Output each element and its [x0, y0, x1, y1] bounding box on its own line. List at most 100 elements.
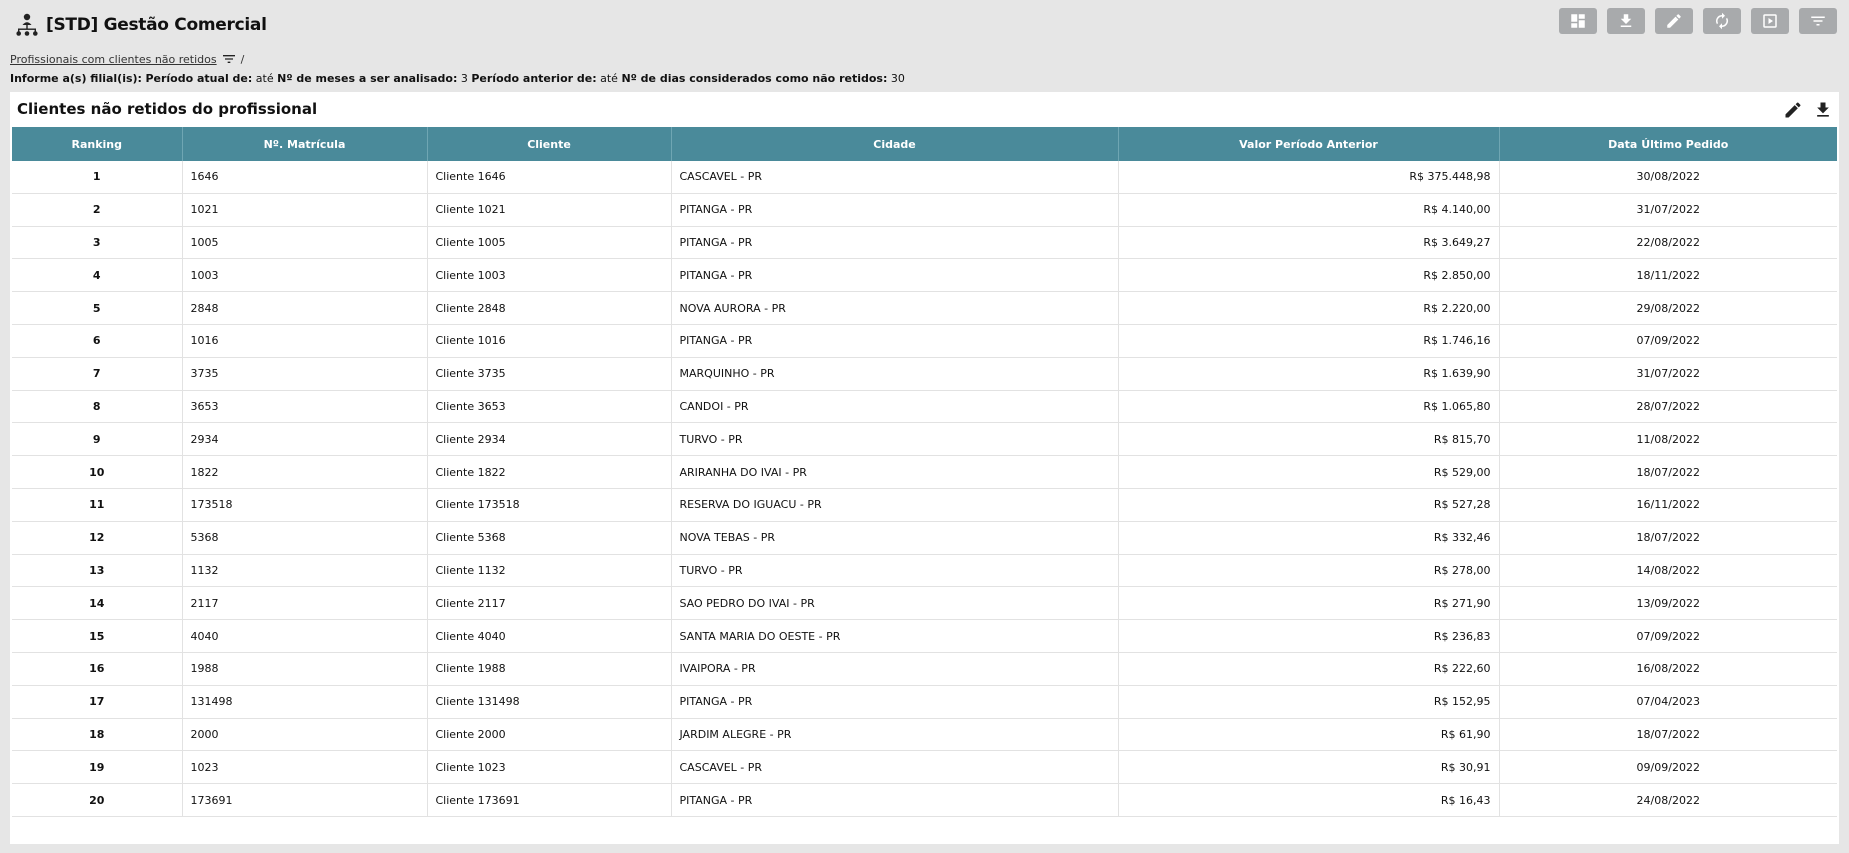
filial-label: Informe a(s) filial(is): [10, 72, 142, 85]
panel-title: Clientes não retidos do profissional [17, 100, 318, 118]
col-header-cliente[interactable]: Cliente [427, 127, 672, 161]
table-row[interactable]: 4 1003 Cliente 1003 PITANGA - PR R$ 2.850,00… [12, 258, 1837, 293]
table-row[interactable]: 7 3735 Cliente 3735 MARQUINHO - PR R$ 1.639,… [12, 357, 1837, 391]
cell-valor: R$ 529,00 [1118, 455, 1500, 489]
cell-matricula: 2848 [182, 291, 428, 325]
cell-cliente: Cliente 2848 [427, 291, 672, 325]
table-row[interactable]: 18 2000 Cliente 2000 JARDIM ALEGRE - PR R$ 6… [12, 718, 1837, 752]
cell-cliente: Cliente 1988 [427, 652, 672, 686]
cell-cidade: IVAIPORA - PR [671, 652, 1119, 686]
table-row[interactable]: 10 1822 Cliente 1822 ARIRANHA DO IVAI - PR R… [12, 455, 1837, 489]
table-header-row: Ranking Nº. Matrícula Cliente Cidade Val… [12, 127, 1837, 161]
toolbar [1559, 8, 1837, 34]
table-row[interactable]: 12 5368 Cliente 5368 NOVA TEBAS - PR R$ 332,… [12, 521, 1837, 555]
breadcrumb-separator: / [240, 52, 245, 66]
cell-data: 18/07/2022 [1499, 718, 1837, 752]
edit-button[interactable] [1655, 8, 1693, 34]
breadcrumb: Profissionais com clientes não retidos / [10, 51, 244, 67]
cell-ranking: 10 [12, 455, 183, 489]
table-row[interactable]: 3 1005 Cliente 1005 PITANGA - PR R$ 3.649,27… [12, 226, 1837, 260]
table-row[interactable]: 13 1132 Cliente 1132 TURVO - PR R$ 278,00 14/… [12, 554, 1837, 588]
breadcrumb-filter-icon[interactable] [221, 51, 237, 67]
table-row[interactable]: 16 1988 Cliente 1988 IVAIPORA - PR R$ 222,60… [12, 652, 1837, 686]
play-button[interactable] [1751, 8, 1789, 34]
table-row[interactable]: 19 1023 Cliente 1023 CASCAVEL - PR R$ 30,91 0… [12, 750, 1837, 785]
periodo-atual-label: Período atual de: [145, 72, 253, 85]
col-header-data[interactable]: Data Último Pedido [1499, 127, 1837, 161]
cell-cidade: CASCAVEL - PR [671, 750, 1119, 785]
cell-cliente: Cliente 1023 [427, 750, 672, 785]
cell-ranking: 9 [12, 422, 183, 457]
cell-data: 18/07/2022 [1499, 521, 1837, 555]
cell-matricula: 3735 [182, 357, 428, 391]
table-row[interactable]: 17 131498 Cliente 131498 PITANGA - PR R$ 152… [12, 685, 1837, 719]
cell-ranking: 6 [12, 324, 183, 358]
cell-cliente: Cliente 5368 [427, 521, 672, 555]
cell-ranking: 5 [12, 291, 183, 325]
table-row[interactable]: 9 2934 Cliente 2934 TURVO - PR R$ 815,70 11/0… [12, 422, 1837, 457]
table-row[interactable]: 2 1021 Cliente 1021 PITANGA - PR R$ 4.140,00… [12, 193, 1837, 227]
cell-cliente: Cliente 1003 [427, 258, 672, 293]
cell-valor: R$ 527,28 [1118, 488, 1500, 522]
table-row[interactable]: 8 3653 Cliente 3653 CANDOI - PR R$ 1.065,80 2… [12, 390, 1837, 424]
cell-cliente: Cliente 1132 [427, 554, 672, 588]
refresh-button[interactable] [1703, 8, 1741, 34]
col-header-cidade[interactable]: Cidade [671, 127, 1119, 161]
cell-data: 31/07/2022 [1499, 357, 1837, 391]
table-row[interactable]: 14 2117 Cliente 2117 SAO PEDRO DO IVAI - PR… [12, 586, 1837, 621]
panel-download-icon[interactable] [1813, 100, 1833, 120]
cell-cidade: PITANGA - PR [671, 685, 1119, 719]
cell-valor: R$ 236,83 [1118, 619, 1500, 653]
periodo-anterior-value: até [600, 72, 618, 85]
cell-valor: R$ 3.649,27 [1118, 226, 1500, 260]
col-header-ranking[interactable]: Ranking [12, 127, 183, 161]
cell-cidade: ARIRANHA DO IVAI - PR [671, 455, 1119, 489]
col-header-matricula[interactable]: Nº. Matrícula [182, 127, 428, 161]
cell-data: 30/08/2022 [1499, 161, 1837, 194]
periodo-anterior-label: Período anterior de: [471, 72, 597, 85]
cell-data: 07/09/2022 [1499, 619, 1837, 653]
cell-matricula: 4040 [182, 619, 428, 653]
cell-cidade: SAO PEDRO DO IVAI - PR [671, 586, 1119, 621]
cell-valor: R$ 375.448,98 [1118, 161, 1500, 194]
cell-ranking: 18 [12, 718, 183, 752]
cell-matricula: 131498 [182, 685, 428, 719]
cell-cliente: Cliente 3735 [427, 357, 672, 391]
cell-data: 16/11/2022 [1499, 488, 1837, 522]
breadcrumb-link[interactable]: Profissionais com clientes não retidos [10, 53, 217, 66]
table-row[interactable]: 15 4040 Cliente 4040 SANTA MARIA DO OESTE -… [12, 619, 1837, 653]
dashboard-button[interactable] [1559, 8, 1597, 34]
filter-button[interactable] [1799, 8, 1837, 34]
col-header-valor[interactable]: Valor Período Anterior [1118, 127, 1500, 161]
table-row[interactable]: 6 1016 Cliente 1016 PITANGA - PR R$ 1.746,16… [12, 324, 1837, 358]
cell-ranking: 1 [12, 161, 183, 194]
table-row[interactable]: 5 2848 Cliente 2848 NOVA AURORA - PR R$ 2.22… [12, 291, 1837, 325]
cell-matricula: 1021 [182, 193, 428, 227]
cell-valor: R$ 2.850,00 [1118, 258, 1500, 293]
table-row[interactable]: 20 173691 Cliente 173691 PITANGA - PR R$ 16,… [12, 783, 1837, 817]
dias-value: 30 [890, 72, 905, 85]
cell-cidade: PITANGA - PR [671, 193, 1119, 227]
table-row[interactable]: 1 1646 Cliente 1646 CASCAVEL - PR R$ 375.448… [12, 161, 1837, 194]
cell-data: 14/08/2022 [1499, 554, 1837, 588]
cell-cliente: Cliente 1005 [427, 226, 672, 260]
download-button[interactable] [1607, 8, 1645, 34]
cell-cidade: MARQUINHO - PR [671, 357, 1119, 391]
cell-valor: R$ 16,43 [1118, 783, 1500, 817]
cell-ranking: 19 [12, 750, 183, 785]
cell-ranking: 20 [12, 783, 183, 817]
cell-ranking: 2 [12, 193, 183, 227]
play-icon [1763, 14, 1777, 28]
cell-data: 28/07/2022 [1499, 390, 1837, 424]
app-title: [STD] Gestão Comercial [46, 15, 267, 35]
cell-valor: R$ 1.639,90 [1118, 357, 1500, 391]
cell-cidade: PITANGA - PR [671, 226, 1119, 260]
table-row[interactable]: 11 173518 Cliente 173518 RESERVA DO IGUACU … [12, 488, 1837, 522]
cell-cidade: SANTA MARIA DO OESTE - PR [671, 619, 1119, 653]
cell-cliente: Cliente 2117 [427, 586, 672, 621]
cell-cliente: Cliente 2000 [427, 718, 672, 752]
cell-data: 22/08/2022 [1499, 226, 1837, 260]
cell-cliente: Cliente 2934 [427, 422, 672, 457]
cell-data: 07/04/2023 [1499, 685, 1837, 719]
panel-edit-icon[interactable] [1783, 100, 1803, 120]
